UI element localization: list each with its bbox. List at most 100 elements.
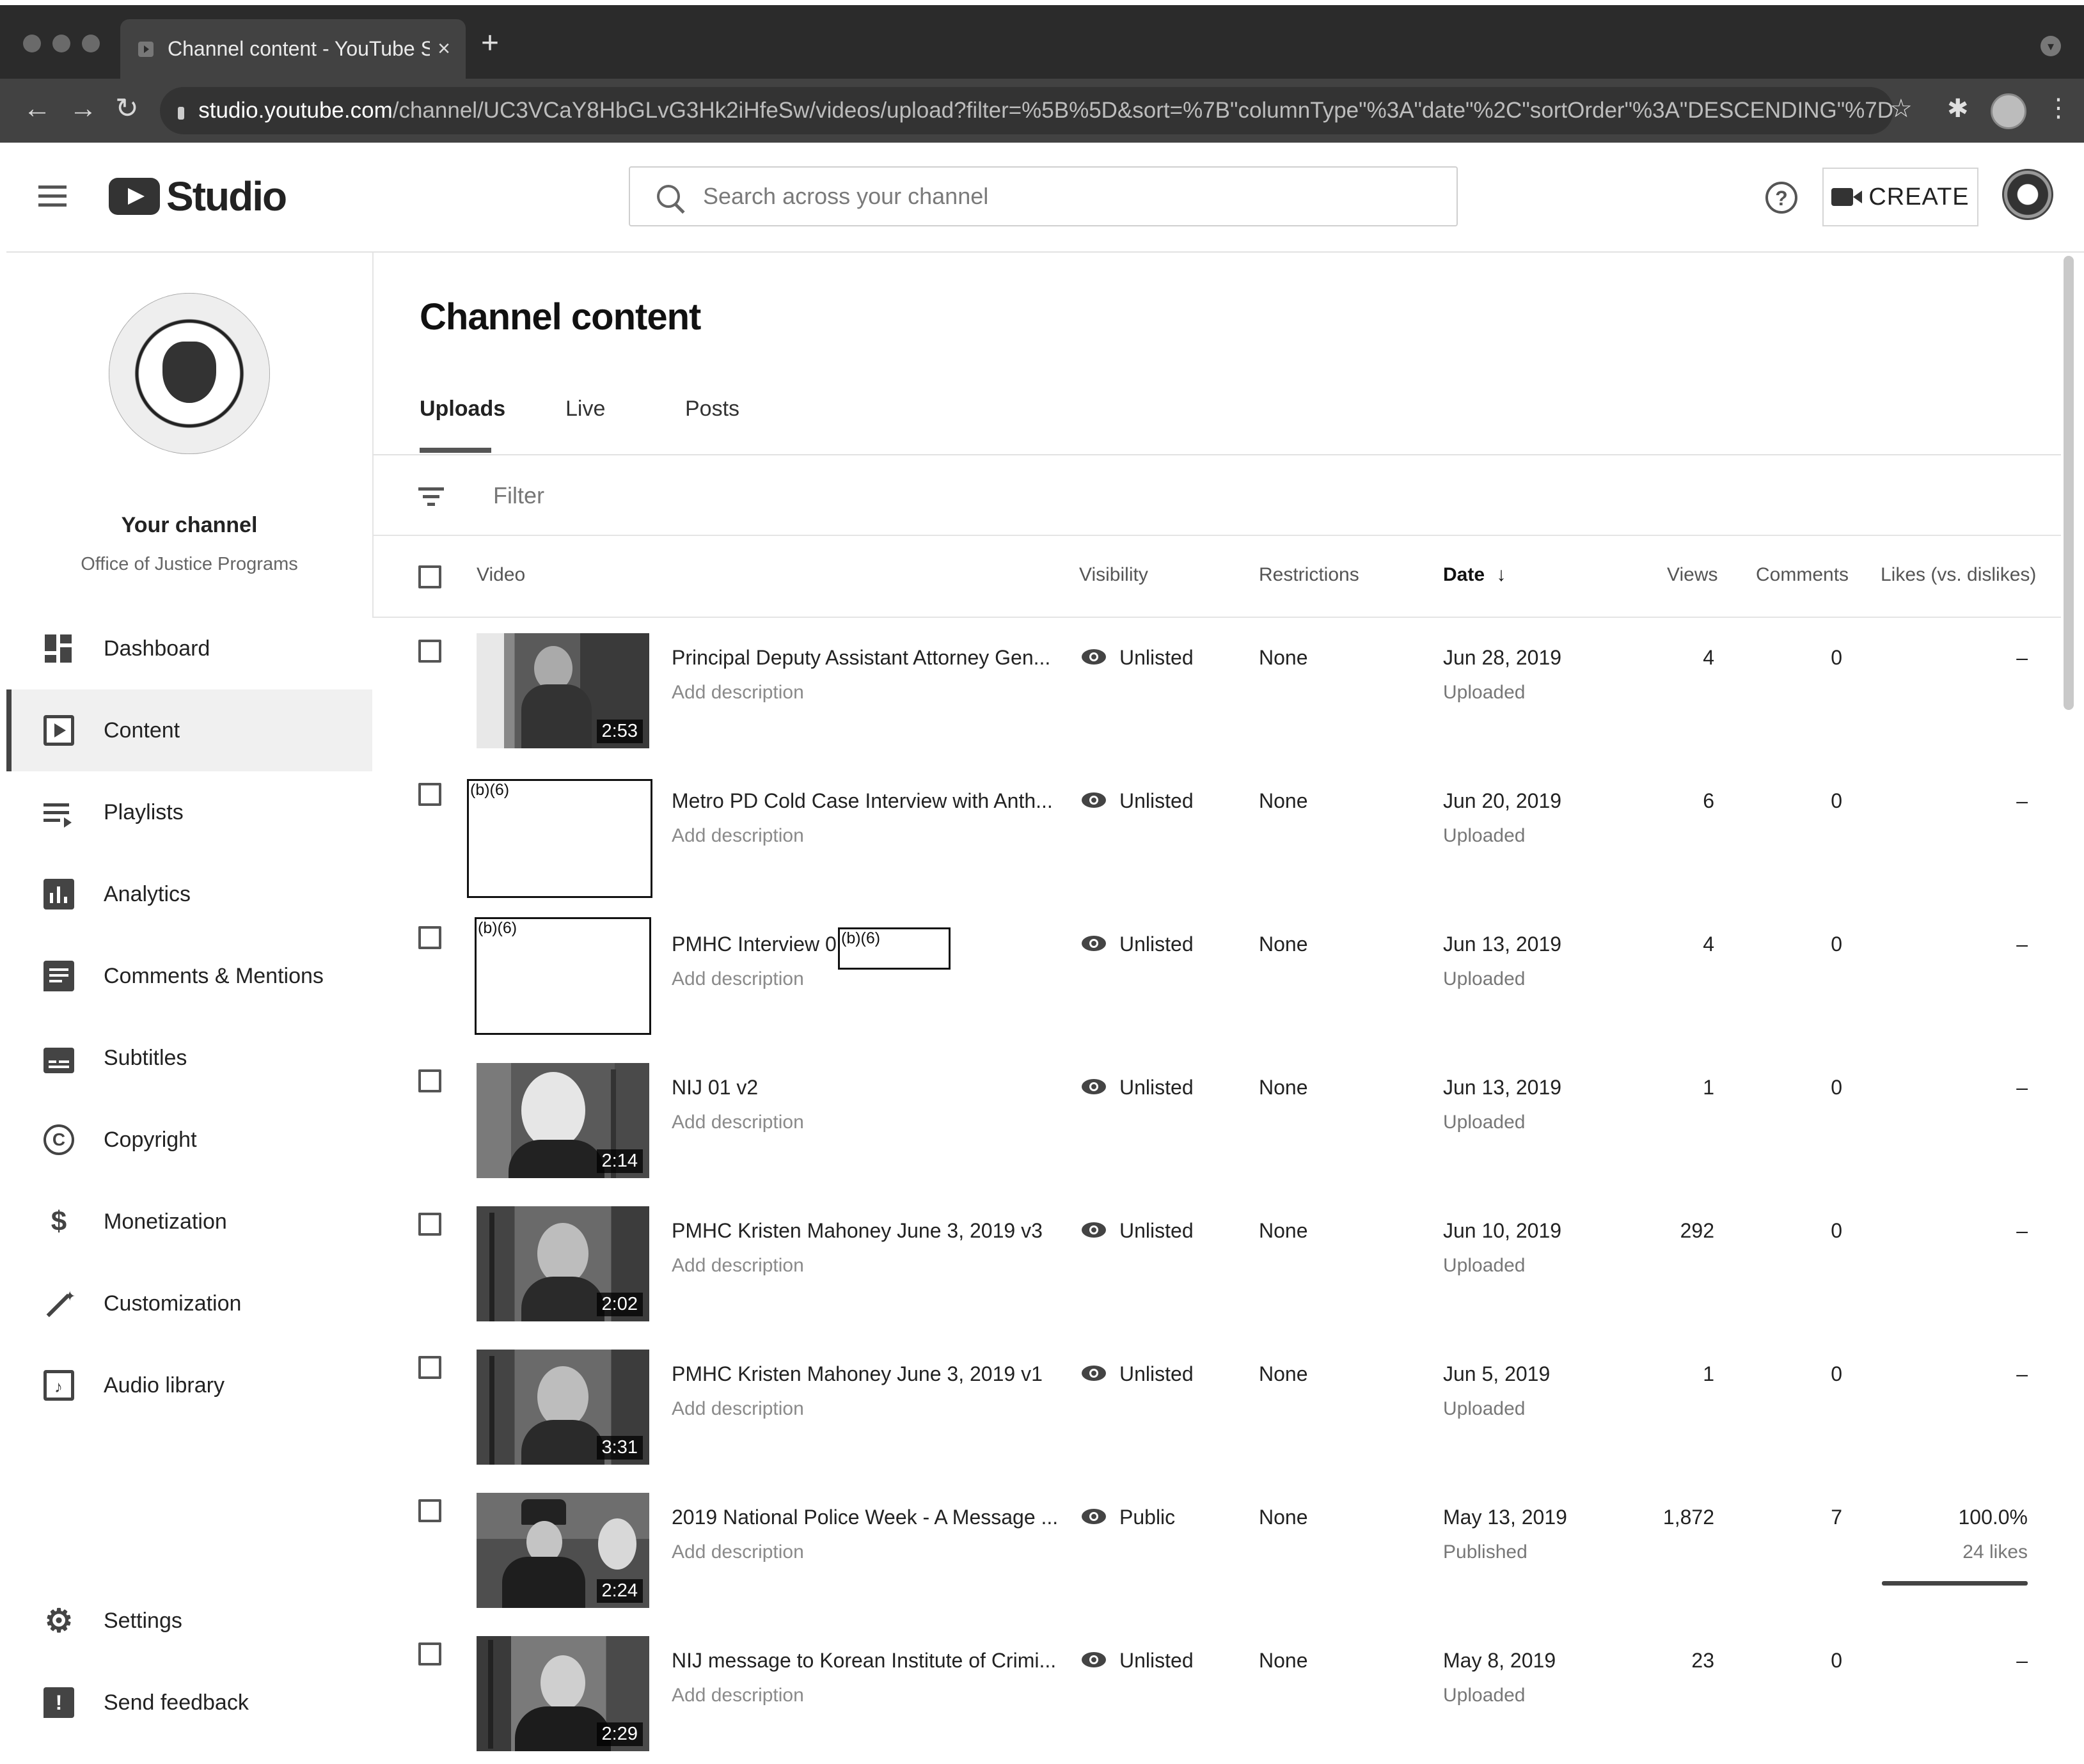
window-close-dot[interactable]: [23, 35, 41, 52]
new-tab-button[interactable]: +: [481, 28, 499, 59]
video-description[interactable]: Add description: [672, 682, 804, 704]
sidebar-item-comments[interactable]: Comments & Mentions: [6, 935, 372, 1017]
tab-uploads[interactable]: Uploads: [420, 397, 505, 421]
visibility-eye-icon[interactable]: [1081, 1222, 1107, 1238]
video-title[interactable]: NIJ 01 v2: [672, 1076, 758, 1099]
video-title[interactable]: Metro PD Cold Case Interview with Anth..…: [672, 789, 1053, 813]
video-thumbnail[interactable]: 2:02: [477, 1206, 649, 1321]
column-comments[interactable]: Comments: [1756, 564, 1849, 586]
youtube-favicon-icon: [138, 41, 154, 57]
select-all-checkbox[interactable]: [418, 565, 441, 588]
sidebar-item-copyright[interactable]: C Copyright: [6, 1099, 372, 1181]
video-description[interactable]: Add description: [672, 1398, 804, 1420]
browser-tab[interactable]: Channel content - YouTube Studio ×: [120, 19, 466, 79]
column-date[interactable]: Date ↓: [1443, 564, 1506, 586]
video-title[interactable]: 2019 National Police Week - A Message ..…: [672, 1506, 1058, 1529]
sidebar-item-dashboard[interactable]: Dashboard: [6, 608, 372, 689]
magic-wand-icon: ✦: [43, 1288, 75, 1319]
search-input[interactable]: [702, 182, 1408, 210]
window-minimize-dot[interactable]: [52, 35, 70, 52]
video-title[interactable]: PMHC Kristen Mahoney June 3, 2019 v3: [672, 1219, 1043, 1243]
tab-live[interactable]: Live: [565, 397, 605, 421]
tab-close-icon[interactable]: ×: [438, 36, 450, 61]
video-duration: 2:53: [596, 720, 643, 743]
hamburger-menu-icon[interactable]: [38, 185, 67, 207]
row-checkbox[interactable]: [418, 926, 441, 949]
video-thumbnail[interactable]: 3:31: [477, 1350, 649, 1465]
filter-input[interactable]: Filter: [493, 482, 544, 509]
channel-search[interactable]: [629, 166, 1458, 226]
video-description[interactable]: Add description: [672, 1112, 804, 1133]
video-description[interactable]: Add description: [672, 825, 804, 847]
row-checkbox[interactable]: [418, 640, 441, 663]
page-scrollbar[interactable]: [2064, 256, 2074, 710]
visibility-eye-icon[interactable]: [1081, 935, 1107, 952]
visibility-eye-icon[interactable]: [1081, 1508, 1107, 1525]
row-checkbox[interactable]: [418, 1642, 441, 1666]
video-thumbnail[interactable]: 2:29: [477, 1636, 649, 1751]
column-restrictions[interactable]: Restrictions: [1259, 564, 1359, 586]
sidebar-item-content[interactable]: Content: [6, 689, 372, 771]
video-title[interactable]: Principal Deputy Assistant Attorney Gen.…: [672, 646, 1050, 670]
filter-icon[interactable]: [418, 486, 444, 508]
address-bar[interactable]: studio.youtube.com/channel/UC3VCaY8HbGLv…: [160, 87, 1893, 134]
video-thumbnail[interactable]: 2:24: [477, 1493, 649, 1608]
comments-value: 0: [1831, 1649, 1842, 1672]
sidebar-item-audio-library[interactable]: ♪ Audio library: [6, 1344, 372, 1426]
column-likes[interactable]: Likes (vs. dislikes): [1881, 564, 2036, 586]
visibility-eye-icon[interactable]: [1081, 649, 1107, 665]
tab-search-icon[interactable]: ▾: [2041, 36, 2061, 56]
studio-logo[interactable]: Studio: [109, 173, 287, 220]
date-status: Uploaded: [1443, 682, 1526, 703]
sidebar-item-monetization[interactable]: $ Monetization: [6, 1181, 372, 1263]
url-host: studio.youtube.com: [198, 98, 393, 123]
visibility-eye-icon[interactable]: [1081, 792, 1107, 808]
sidebar-item-customization[interactable]: ✦ Customization: [6, 1263, 372, 1344]
views-value: 4: [1703, 933, 1714, 956]
tab-posts[interactable]: Posts: [685, 397, 739, 421]
sidebar-item-send-feedback[interactable]: ! Send feedback: [6, 1662, 372, 1744]
video-thumbnail[interactable]: 2:53: [477, 633, 649, 748]
row-checkbox[interactable]: [418, 1356, 441, 1379]
account-avatar[interactable]: [2002, 169, 2053, 220]
visibility-eye-icon[interactable]: [1081, 1365, 1107, 1382]
browser-menu-icon[interactable]: ⋮: [2046, 93, 2071, 123]
channel-avatar-seal[interactable]: [109, 293, 270, 454]
row-checkbox[interactable]: [418, 783, 441, 806]
visibility-eye-icon[interactable]: [1081, 1078, 1107, 1095]
column-video: Video: [477, 564, 526, 585]
column-views[interactable]: Views: [1667, 564, 1717, 586]
video-title[interactable]: PMHC Interview 01: [672, 933, 848, 956]
video-description[interactable]: Add description: [672, 968, 804, 990]
video-title[interactable]: NIJ message to Korean Institute of Crimi…: [672, 1649, 1056, 1673]
bookmark-star-icon[interactable]: ☆: [1890, 96, 1913, 122]
column-visibility[interactable]: Visibility: [1079, 564, 1148, 586]
window-zoom-dot[interactable]: [82, 35, 100, 52]
extensions-puzzle-icon[interactable]: ✱: [1947, 96, 1969, 122]
date-status: Uploaded: [1443, 1112, 1526, 1133]
sort-descending-icon: ↓: [1496, 564, 1506, 585]
video-title[interactable]: PMHC Kristen Mahoney June 3, 2019 v1: [672, 1362, 1043, 1386]
row-checkbox[interactable]: [418, 1069, 441, 1092]
row-checkbox[interactable]: [418, 1499, 441, 1522]
sidebar-item-subtitles[interactable]: Subtitles: [6, 1017, 372, 1099]
restrictions-value: None: [1259, 1219, 1308, 1242]
video-description[interactable]: Add description: [672, 1541, 804, 1563]
likes-value: –: [2016, 1076, 2028, 1099]
date-value: Jun 20, 2019: [1443, 789, 1562, 812]
video-description[interactable]: Add description: [672, 1255, 804, 1277]
video-thumbnail[interactable]: 2:14: [477, 1063, 649, 1178]
forward-icon[interactable]: →: [69, 95, 97, 123]
sidebar-item-playlists[interactable]: Playlists: [6, 771, 372, 853]
help-icon[interactable]: ?: [1765, 182, 1797, 214]
back-icon[interactable]: ←: [23, 95, 51, 123]
create-button[interactable]: CREATE: [1822, 168, 1978, 226]
sidebar-item-analytics[interactable]: Analytics: [6, 853, 372, 935]
browser-profile-avatar[interactable]: [1991, 93, 2026, 129]
sidebar-item-settings[interactable]: ⚙ Settings: [6, 1580, 372, 1662]
visibility-eye-icon[interactable]: [1081, 1651, 1107, 1668]
reload-icon[interactable]: ↻: [115, 95, 139, 123]
row-checkbox[interactable]: [418, 1213, 441, 1236]
restrictions-value: None: [1259, 1506, 1308, 1529]
video-description[interactable]: Add description: [672, 1685, 804, 1706]
